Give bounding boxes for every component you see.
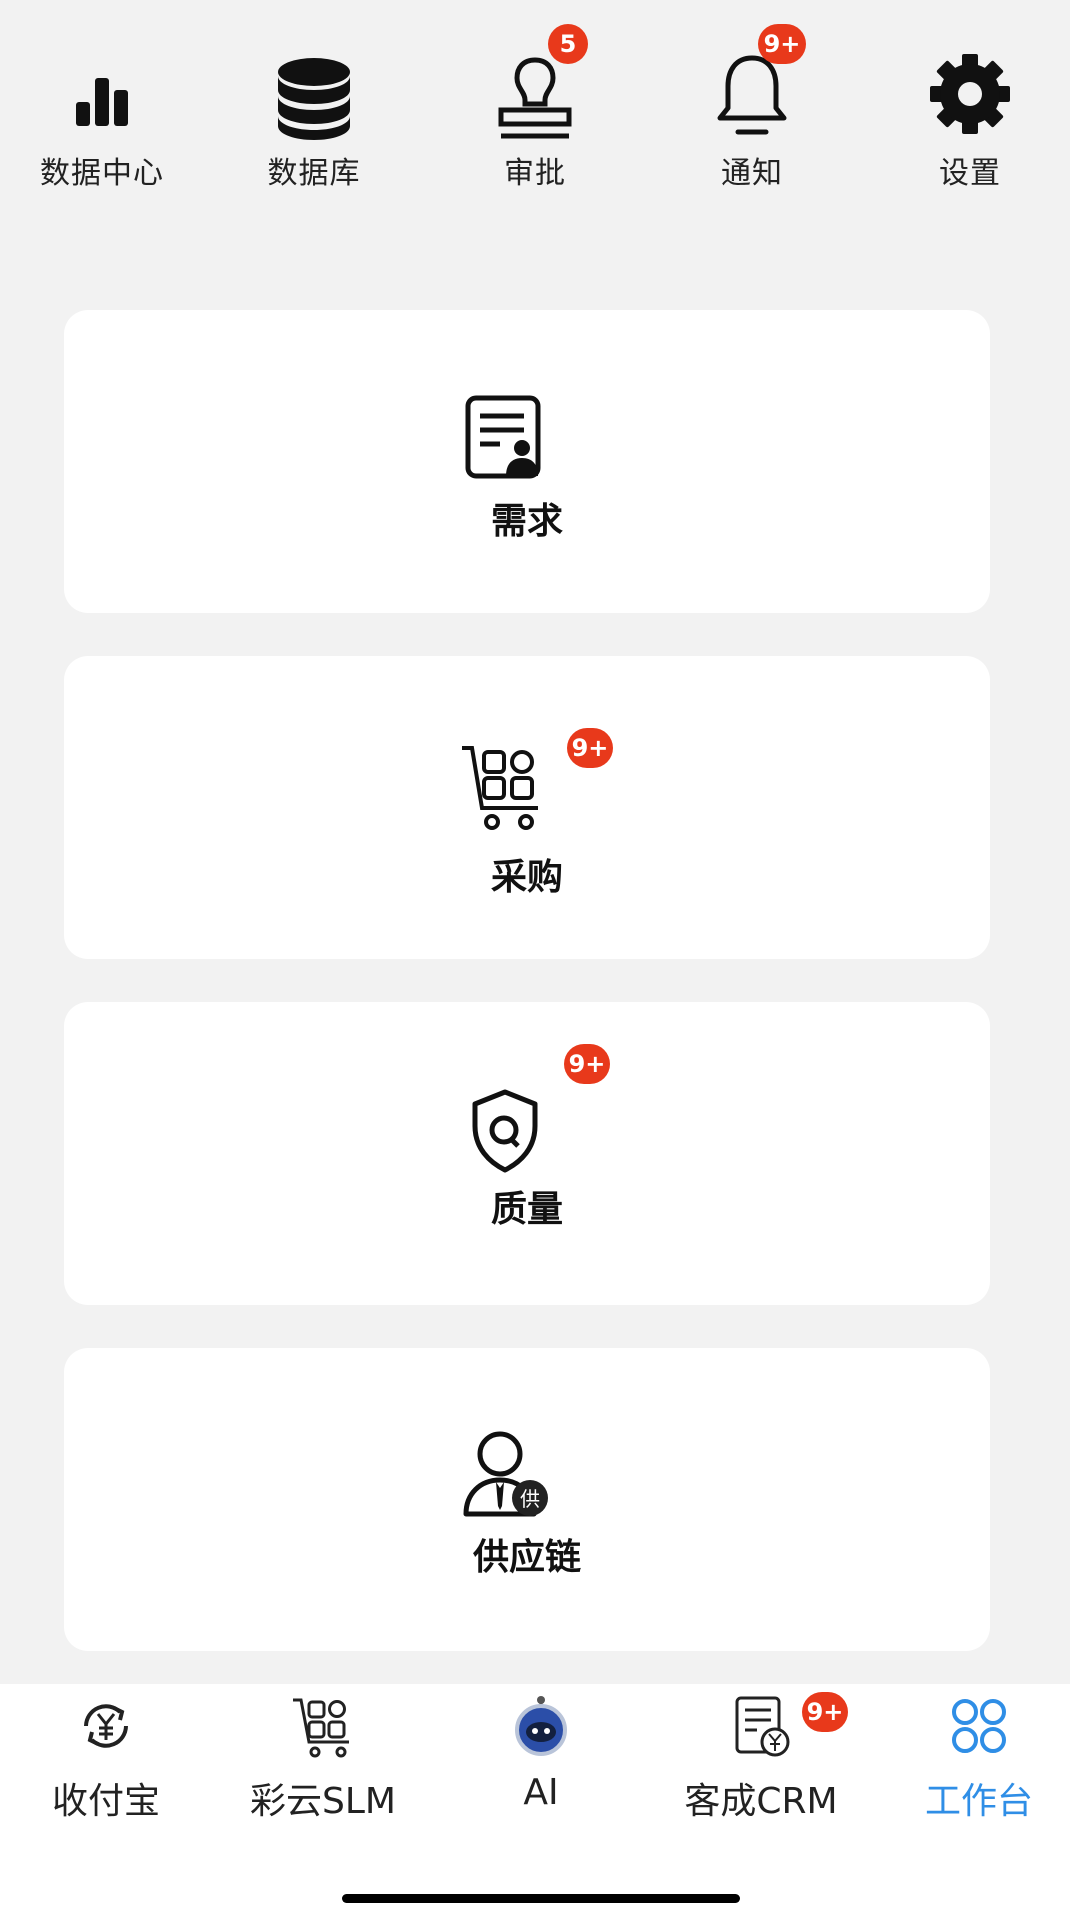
tab-shoufubao[interactable]: 收付宝 (20, 1684, 192, 1824)
right-edge-strip (1070, 0, 1080, 1920)
tab-label: 收付宝 (51, 1781, 160, 1822)
bar-chart-icon (76, 78, 128, 126)
requirement-document-icon (465, 395, 541, 479)
gear-icon (930, 54, 1010, 134)
supplier-badge-char: 供 (520, 1487, 540, 1511)
shortcut-label: 数据中心 (40, 156, 164, 191)
quality-count-badge: 9+ (564, 1044, 610, 1084)
shortcut-database[interactable]: 数据库 (234, 52, 394, 202)
stamp-icon (498, 57, 572, 139)
shortcut-label: 设置 (939, 156, 1001, 191)
tab-kecheng-crm[interactable]: 客成CRM 9+ (666, 1684, 856, 1824)
card-requirement[interactable]: 需求 (64, 310, 990, 613)
crm-count-badge: 9+ (802, 1692, 848, 1732)
shortcut-data-center[interactable]: 数据中心 (22, 52, 182, 202)
approval-count-badge: 5 (548, 24, 588, 64)
bottom-tab-bar: 收付宝 彩云SLM AI 客成CRM 9+ 工作台 (0, 1684, 1080, 1920)
invoice-icon (735, 1696, 790, 1757)
cart-icon (293, 1698, 349, 1758)
tab-label: 工作台 (924, 1781, 1033, 1822)
tab-label: 彩云SLM (250, 1781, 396, 1822)
shortcut-approval[interactable]: 审批 5 (455, 24, 615, 202)
shortcut-notification[interactable]: 通知 9+ (672, 24, 832, 202)
home-indicator (342, 1894, 740, 1903)
shortcut-settings[interactable]: 设置 (890, 52, 1050, 202)
card-supply-chain[interactable]: 供 供应链 (64, 1348, 990, 1651)
bell-icon (717, 55, 787, 135)
shortcut-label: 通知 (721, 156, 783, 191)
tab-workbench[interactable]: 工作台 (900, 1684, 1058, 1824)
quality-shield-icon (472, 1089, 538, 1173)
card-label: 质量 (490, 1189, 563, 1230)
shopping-cart-icon (462, 746, 538, 830)
yen-refresh-icon (84, 1704, 128, 1748)
shortcut-label: 审批 (504, 156, 566, 191)
workbench-grid-icon (952, 1699, 1006, 1753)
notification-count-badge: 9+ (758, 24, 806, 64)
supplier-person-icon: 供 (463, 1431, 548, 1517)
card-label: 采购 (490, 857, 563, 898)
robot-icon (515, 1696, 567, 1756)
card-quality[interactable]: 质量 9+ (64, 1002, 990, 1305)
tab-label: AI (523, 1772, 559, 1813)
tab-label: 客成CRM (684, 1781, 838, 1822)
tab-caiyun-slm[interactable]: 彩云SLM (228, 1684, 418, 1824)
card-procurement[interactable]: 采购 9+ (64, 656, 990, 959)
database-icon (278, 58, 350, 140)
procurement-count-badge: 9+ (567, 728, 613, 768)
card-label: 需求 (490, 501, 563, 542)
tab-ai[interactable]: AI (476, 1684, 606, 1824)
shortcut-label: 数据库 (267, 156, 361, 191)
card-label: 供应链 (472, 1537, 581, 1578)
